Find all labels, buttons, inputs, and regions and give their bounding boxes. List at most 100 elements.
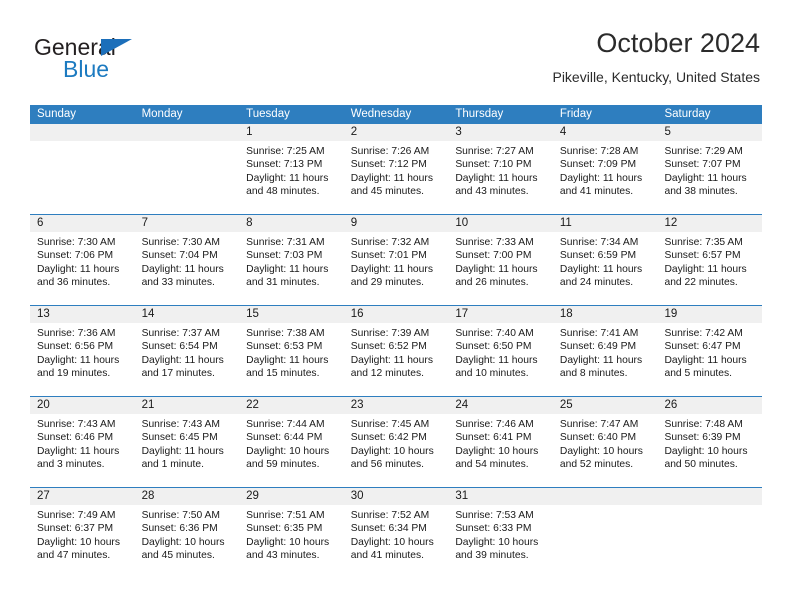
day-cell[interactable]: 13 Sunrise: 7:36 AM Sunset: 6:56 PM Dayl… — [30, 306, 135, 396]
day-cell[interactable]: 26 Sunrise: 7:48 AM Sunset: 6:39 PM Dayl… — [657, 397, 763, 487]
weekday-header-sunday: Sunday — [37, 108, 77, 120]
brand-logo[interactable]: General Blue — [34, 34, 254, 90]
sunrise-text: Sunrise: 7:43 AM — [37, 419, 116, 430]
calendar-table: Sunday Monday Tuesday Wednesday Thursday… — [30, 105, 763, 578]
page-subtitle: Pikeville, Kentucky, United States — [552, 69, 760, 85]
day-details: Sunrise: 7:51 AM Sunset: 6:35 PM Dayligh… — [239, 505, 344, 563]
day-cell[interactable]: 14 Sunrise: 7:37 AM Sunset: 6:54 PM Dayl… — [134, 306, 240, 396]
day-number — [134, 124, 240, 141]
sunset-text: Sunset: 6:42 PM — [350, 432, 427, 444]
sunrise-text: Sunrise: 7:38 AM — [246, 328, 325, 339]
day-details: Sunrise: 7:36 AM Sunset: 6:56 PM Dayligh… — [30, 323, 135, 381]
day-details: Sunrise: 7:45 AM Sunset: 6:42 PM Dayligh… — [344, 414, 449, 472]
day-details: Sunrise: 7:27 AM Sunset: 7:10 PM Dayligh… — [448, 141, 553, 199]
day-number: 17 — [448, 306, 553, 323]
day-number: 18 — [552, 306, 658, 323]
day-cell[interactable]: 6 Sunrise: 7:30 AM Sunset: 7:06 PM Dayli… — [30, 215, 135, 305]
day-details: Sunrise: 7:26 AM Sunset: 7:12 PM Dayligh… — [344, 141, 449, 199]
sunrise-text: Sunrise: 7:53 AM — [455, 510, 534, 521]
day-cell[interactable]: 30 Sunrise: 7:52 AM Sunset: 6:34 PM Dayl… — [343, 488, 449, 578]
day-cell[interactable] — [552, 488, 658, 578]
day-cell[interactable]: 28 Sunrise: 7:50 AM Sunset: 6:36 PM Dayl… — [134, 488, 240, 578]
day-number: 6 — [30, 215, 135, 232]
day-cell[interactable]: 21 Sunrise: 7:43 AM Sunset: 6:45 PM Dayl… — [134, 397, 240, 487]
day-cell[interactable]: 3 Sunrise: 7:27 AM Sunset: 7:10 PM Dayli… — [448, 124, 553, 214]
day-cell[interactable]: 23 Sunrise: 7:45 AM Sunset: 6:42 PM Dayl… — [343, 397, 449, 487]
day-number: 3 — [448, 124, 553, 141]
sunset-text: Sunset: 6:46 PM — [37, 432, 114, 444]
sunrise-text: Sunrise: 7:30 AM — [37, 237, 116, 248]
day-number: 4 — [552, 124, 658, 141]
daylight-text: Daylight: 10 hours and 59 minutes. — [246, 445, 330, 471]
day-cell[interactable]: 29 Sunrise: 7:51 AM Sunset: 6:35 PM Dayl… — [239, 488, 344, 578]
weekday-header-thursday: Thursday — [455, 108, 504, 120]
day-cell[interactable]: 31 Sunrise: 7:53 AM Sunset: 6:33 PM Dayl… — [448, 488, 553, 578]
day-cell[interactable]: 9 Sunrise: 7:32 AM Sunset: 7:01 PM Dayli… — [343, 215, 449, 305]
day-cell[interactable] — [134, 124, 240, 214]
day-cell[interactable]: 4 Sunrise: 7:28 AM Sunset: 7:09 PM Dayli… — [552, 124, 658, 214]
daylight-text: Daylight: 11 hours and 15 minutes. — [246, 354, 329, 380]
sunrise-text: Sunrise: 7:30 AM — [141, 237, 220, 248]
sunset-text: Sunset: 6:45 PM — [141, 432, 218, 444]
sunset-text: Sunset: 7:03 PM — [246, 250, 323, 262]
day-details: Sunrise: 7:30 AM Sunset: 7:06 PM Dayligh… — [30, 232, 135, 290]
day-cell[interactable]: 1 Sunrise: 7:25 AM Sunset: 7:13 PM Dayli… — [239, 124, 344, 214]
day-cell[interactable]: 12 Sunrise: 7:35 AM Sunset: 6:57 PM Dayl… — [657, 215, 763, 305]
day-cell[interactable]: 8 Sunrise: 7:31 AM Sunset: 7:03 PM Dayli… — [239, 215, 344, 305]
day-details: Sunrise: 7:52 AM Sunset: 6:34 PM Dayligh… — [344, 505, 449, 563]
day-cell[interactable]: 27 Sunrise: 7:49 AM Sunset: 6:37 PM Dayl… — [30, 488, 135, 578]
sunset-text: Sunset: 7:01 PM — [350, 250, 427, 262]
day-cell[interactable]: 17 Sunrise: 7:40 AM Sunset: 6:50 PM Dayl… — [448, 306, 553, 396]
day-details: Sunrise: 7:35 AM Sunset: 6:57 PM Dayligh… — [657, 232, 762, 290]
day-details — [135, 141, 240, 145]
day-details: Sunrise: 7:50 AM Sunset: 6:36 PM Dayligh… — [135, 505, 240, 563]
week-row: 20 Sunrise: 7:43 AM Sunset: 6:46 PM Dayl… — [30, 396, 763, 487]
day-number: 21 — [134, 397, 240, 414]
day-details: Sunrise: 7:32 AM Sunset: 7:01 PM Dayligh… — [344, 232, 449, 290]
daylight-text: Daylight: 10 hours and 47 minutes. — [37, 536, 120, 562]
day-number: 2 — [343, 124, 449, 141]
sunrise-text: Sunrise: 7:45 AM — [350, 419, 430, 430]
day-details: Sunrise: 7:48 AM Sunset: 6:39 PM Dayligh… — [657, 414, 762, 472]
day-number: 19 — [657, 306, 763, 323]
sunset-text: Sunset: 7:00 PM — [455, 250, 532, 262]
sunset-text: Sunset: 7:13 PM — [246, 159, 323, 171]
day-number: 29 — [239, 488, 344, 505]
day-details: Sunrise: 7:40 AM Sunset: 6:50 PM Dayligh… — [448, 323, 553, 381]
daylight-text: Daylight: 10 hours and 45 minutes. — [141, 536, 225, 562]
day-number: 10 — [448, 215, 553, 232]
week-row: 1 Sunrise: 7:25 AM Sunset: 7:13 PM Dayli… — [30, 124, 763, 214]
daylight-text: Daylight: 11 hours and 45 minutes. — [350, 172, 433, 198]
day-cell[interactable] — [30, 124, 135, 214]
day-number: 25 — [552, 397, 658, 414]
day-cell[interactable]: 18 Sunrise: 7:41 AM Sunset: 6:49 PM Dayl… — [552, 306, 658, 396]
day-cell[interactable]: 25 Sunrise: 7:47 AM Sunset: 6:40 PM Dayl… — [552, 397, 658, 487]
brand-name-blue: Blue — [63, 56, 110, 82]
day-number — [657, 488, 763, 505]
day-cell[interactable]: 19 Sunrise: 7:42 AM Sunset: 6:47 PM Dayl… — [657, 306, 763, 396]
sunrise-text: Sunrise: 7:26 AM — [350, 146, 430, 157]
day-cell[interactable]: 15 Sunrise: 7:38 AM Sunset: 6:53 PM Dayl… — [239, 306, 344, 396]
day-cell[interactable]: 5 Sunrise: 7:29 AM Sunset: 7:07 PM Dayli… — [657, 124, 763, 214]
sunset-text: Sunset: 6:47 PM — [664, 341, 741, 353]
day-cell[interactable]: 11 Sunrise: 7:34 AM Sunset: 6:59 PM Dayl… — [552, 215, 658, 305]
day-cell[interactable] — [657, 488, 763, 578]
day-cell[interactable]: 10 Sunrise: 7:33 AM Sunset: 7:00 PM Dayl… — [448, 215, 553, 305]
day-cell[interactable]: 24 Sunrise: 7:46 AM Sunset: 6:41 PM Dayl… — [448, 397, 553, 487]
day-number: 22 — [239, 397, 344, 414]
day-details: Sunrise: 7:41 AM Sunset: 6:49 PM Dayligh… — [553, 323, 658, 381]
sunrise-text: Sunrise: 7:52 AM — [350, 510, 430, 521]
sunset-text: Sunset: 6:56 PM — [37, 341, 114, 353]
day-number: 26 — [657, 397, 763, 414]
day-cell[interactable]: 22 Sunrise: 7:44 AM Sunset: 6:44 PM Dayl… — [239, 397, 344, 487]
day-cell[interactable]: 2 Sunrise: 7:26 AM Sunset: 7:12 PM Dayli… — [343, 124, 449, 214]
day-details — [657, 505, 762, 509]
day-cell[interactable]: 7 Sunrise: 7:30 AM Sunset: 7:04 PM Dayli… — [134, 215, 240, 305]
day-details: Sunrise: 7:33 AM Sunset: 7:00 PM Dayligh… — [448, 232, 553, 290]
weekday-header-tuesday: Tuesday — [246, 108, 290, 120]
day-cell[interactable]: 16 Sunrise: 7:39 AM Sunset: 6:52 PM Dayl… — [343, 306, 449, 396]
day-cell[interactable]: 20 Sunrise: 7:43 AM Sunset: 6:46 PM Dayl… — [30, 397, 135, 487]
day-number: 9 — [343, 215, 449, 232]
sunset-text: Sunset: 6:40 PM — [559, 432, 637, 444]
weekday-header-row: Sunday Monday Tuesday Wednesday Thursday… — [30, 105, 762, 124]
